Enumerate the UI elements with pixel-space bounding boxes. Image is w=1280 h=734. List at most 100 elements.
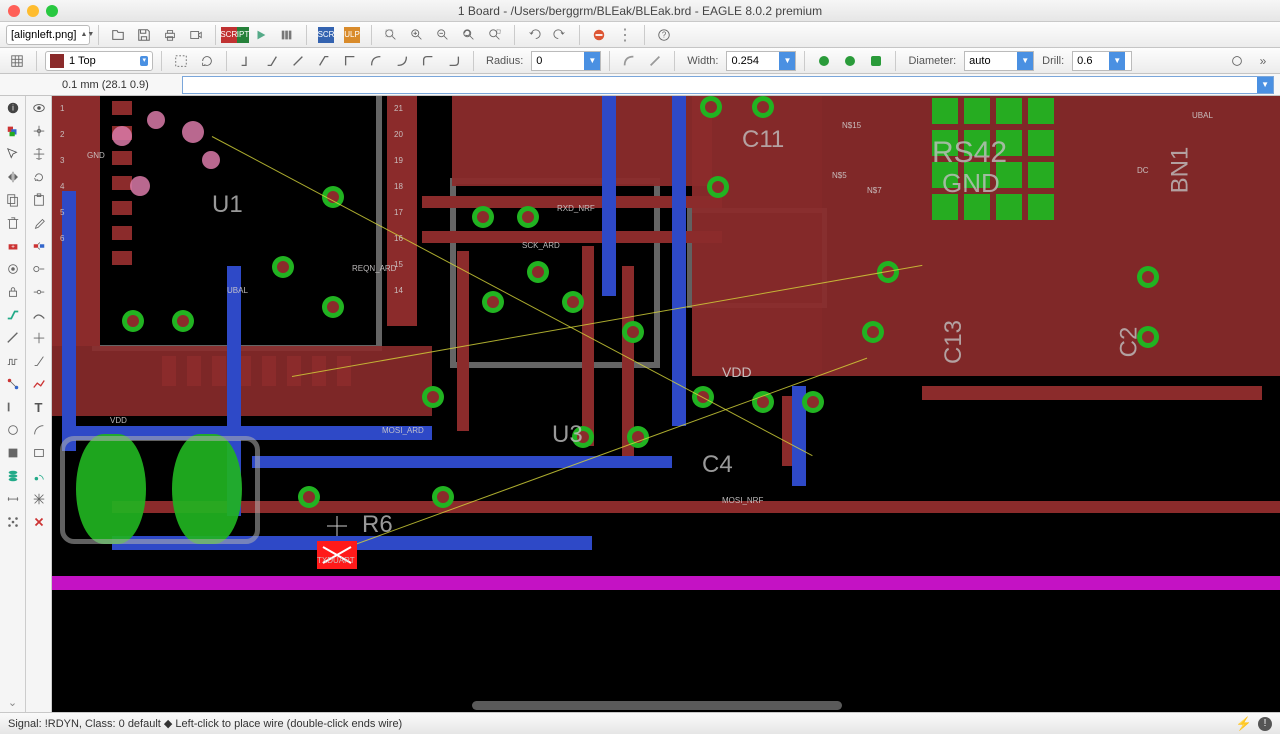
- mark-button[interactable]: [28, 121, 50, 141]
- add-button[interactable]: +: [2, 236, 24, 256]
- stop-button[interactable]: [588, 25, 610, 45]
- help-button[interactable]: ?: [653, 25, 675, 45]
- wirebend-0-button[interactable]: [235, 51, 257, 71]
- zoom-in-button[interactable]: [406, 25, 428, 45]
- name-button[interactable]: [28, 282, 50, 302]
- ulp-button[interactable]: ULP: [341, 25, 363, 45]
- miter-button[interactable]: [28, 351, 50, 371]
- arc-button[interactable]: [28, 420, 50, 440]
- dropdown-icon[interactable]: ▼: [779, 52, 795, 70]
- info-button[interactable]: i: [2, 98, 24, 118]
- width-field[interactable]: [727, 52, 779, 70]
- cam-button[interactable]: [185, 25, 207, 45]
- wirebend-5-button[interactable]: [365, 51, 387, 71]
- wirebend-3-button[interactable]: [313, 51, 335, 71]
- zoom-select-button[interactable]: [484, 25, 506, 45]
- autoroute-button[interactable]: [2, 512, 24, 532]
- ripup-button[interactable]: [28, 305, 50, 325]
- wirebend-6-button[interactable]: [391, 51, 413, 71]
- maximize-window-button[interactable]: [46, 5, 58, 17]
- print-button[interactable]: [159, 25, 181, 45]
- layer-selector[interactable]: 1 Top ▾: [45, 51, 153, 71]
- script-button[interactable]: SCRIPT: [224, 25, 246, 45]
- close-window-button[interactable]: [8, 5, 20, 17]
- wirebend-4-button[interactable]: [339, 51, 361, 71]
- file-chip[interactable]: [alignleft.png] ▲▼: [6, 25, 90, 45]
- miter-round-button[interactable]: [618, 51, 640, 71]
- zoom-fit-button[interactable]: [380, 25, 402, 45]
- wirebend-7-button[interactable]: [417, 51, 439, 71]
- drill-field[interactable]: [1073, 52, 1109, 70]
- replace-button[interactable]: [2, 259, 24, 279]
- dropdown-icon[interactable]: ▼: [584, 52, 600, 70]
- layers-button[interactable]: [2, 121, 24, 141]
- ratsnest-button[interactable]: [28, 489, 50, 509]
- wirebend-2-button[interactable]: [287, 51, 309, 71]
- mirror-button[interactable]: [2, 167, 24, 187]
- move-button[interactable]: [2, 144, 24, 164]
- lock-button[interactable]: [2, 282, 24, 302]
- scrollbar-thumb[interactable]: [472, 701, 842, 710]
- undo-button[interactable]: [523, 25, 545, 45]
- rect-button[interactable]: [28, 443, 50, 463]
- select-rect-button[interactable]: [170, 51, 192, 71]
- via-octagon-button[interactable]: [865, 51, 887, 71]
- command-input-wrapper[interactable]: ▼: [182, 76, 1274, 94]
- more-button[interactable]: »: [1252, 51, 1274, 71]
- dimension-button[interactable]: [2, 489, 24, 509]
- via-round-button[interactable]: [839, 51, 861, 71]
- radius-input[interactable]: ▼: [531, 51, 601, 71]
- radius-field[interactable]: [532, 52, 584, 70]
- drill-input[interactable]: ▼: [1072, 51, 1132, 71]
- delete-button[interactable]: [2, 213, 24, 233]
- command-input[interactable]: [183, 77, 1257, 93]
- select-rotate-button[interactable]: [196, 51, 218, 71]
- smash-button[interactable]: [28, 259, 50, 279]
- split-button[interactable]: [28, 328, 50, 348]
- zoom-out-button[interactable]: [432, 25, 454, 45]
- grid-button[interactable]: [6, 51, 28, 71]
- board-canvas[interactable]: U1 U3 R6 C4 C11 C13 C2 BN1 RS42 GND VDD …: [52, 96, 1280, 712]
- hole-button[interactable]: [28, 374, 50, 394]
- save-button[interactable]: [133, 25, 155, 45]
- wirebend-1-button[interactable]: [261, 51, 283, 71]
- wirebend-8-button[interactable]: [443, 51, 465, 71]
- copy-button[interactable]: [2, 190, 24, 210]
- pinswap-button[interactable]: [28, 236, 50, 256]
- drc-button[interactable]: [2, 466, 24, 486]
- dropdown-icon[interactable]: ▼: [1109, 52, 1125, 70]
- via-square-button[interactable]: [813, 51, 835, 71]
- polygon-button[interactable]: [2, 443, 24, 463]
- miter-straight-button[interactable]: [644, 51, 666, 71]
- text-button[interactable]: T: [28, 397, 50, 417]
- warning-icon[interactable]: !: [1258, 717, 1272, 731]
- go-button[interactable]: ⋮: [614, 25, 636, 45]
- scr-button[interactable]: SCR: [315, 25, 337, 45]
- width-input[interactable]: ▼: [726, 51, 796, 71]
- collapse-chevron-icon[interactable]: ⌄: [2, 692, 24, 712]
- wire-button[interactable]: [2, 328, 24, 348]
- horizontal-scrollbar[interactable]: [52, 699, 1280, 712]
- line-button[interactable]: [2, 397, 24, 417]
- signal-button[interactable]: [28, 466, 50, 486]
- run-button[interactable]: [250, 25, 272, 45]
- diameter-input[interactable]: ▼: [964, 51, 1034, 71]
- library-button[interactable]: [276, 25, 298, 45]
- diameter-field[interactable]: [965, 52, 1017, 70]
- meander-button[interactable]: [2, 351, 24, 371]
- circle-button[interactable]: [2, 420, 24, 440]
- show-button[interactable]: [28, 98, 50, 118]
- open-file-button[interactable]: [107, 25, 129, 45]
- dropdown-icon[interactable]: ▼: [1257, 77, 1273, 93]
- rotate-button[interactable]: [28, 167, 50, 187]
- route-button[interactable]: [2, 305, 24, 325]
- group-move-button[interactable]: [28, 144, 50, 164]
- loop-button[interactable]: [1226, 51, 1248, 71]
- minimize-window-button[interactable]: [27, 5, 39, 17]
- paste-button[interactable]: [28, 190, 50, 210]
- zoom-redraw-button[interactable]: [458, 25, 480, 45]
- via-button[interactable]: [2, 374, 24, 394]
- redo-button[interactable]: [549, 25, 571, 45]
- errors-button[interactable]: [28, 512, 50, 532]
- dropdown-icon[interactable]: ▼: [1017, 52, 1033, 70]
